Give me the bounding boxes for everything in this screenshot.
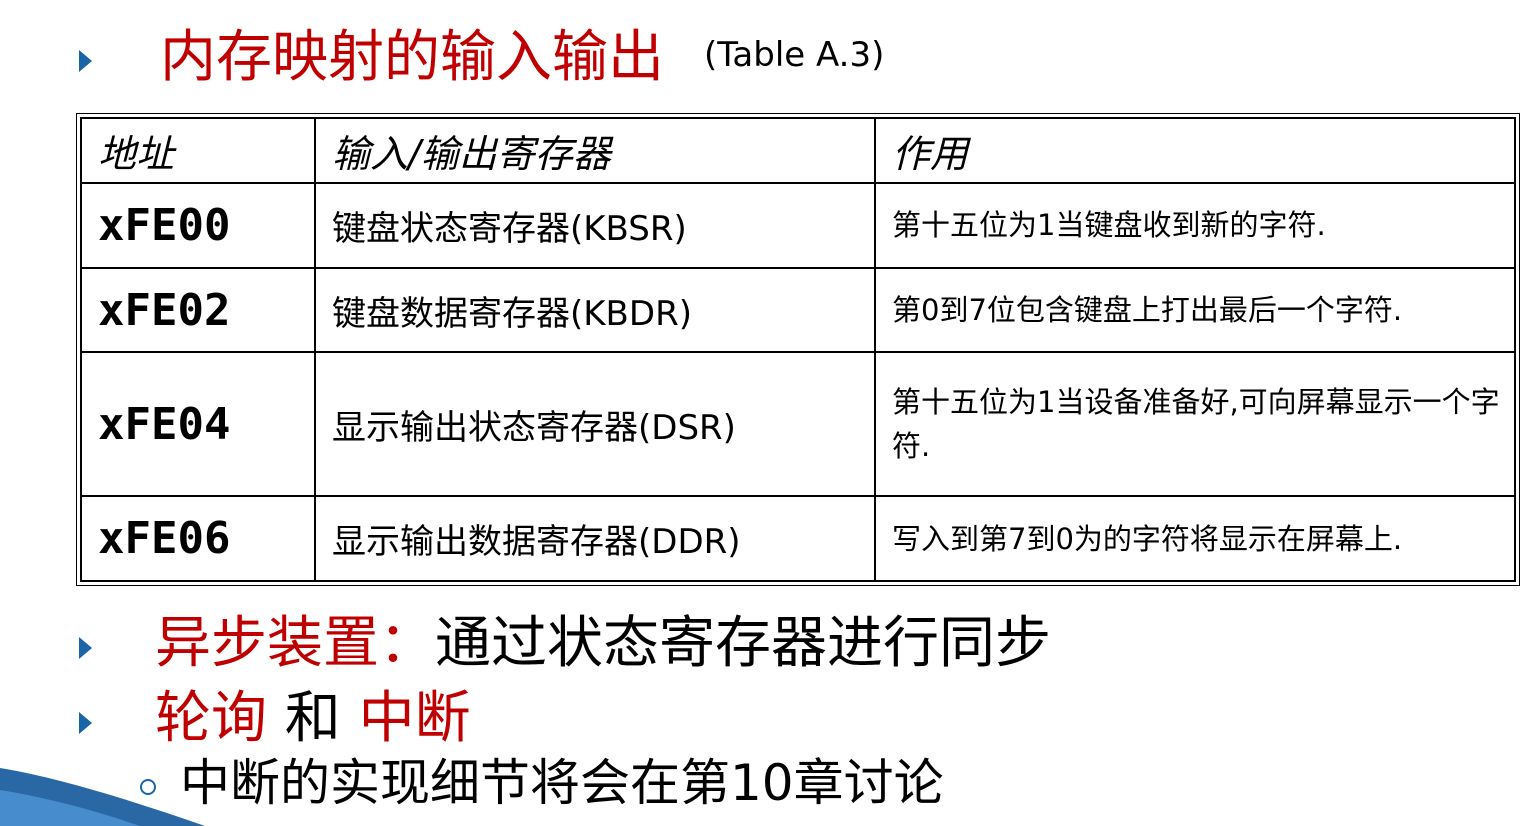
decorative-swoosh <box>0 768 205 826</box>
